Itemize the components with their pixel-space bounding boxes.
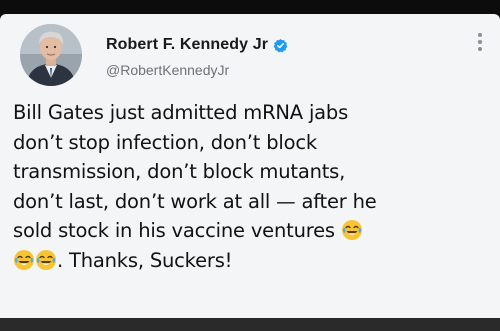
author-display-name[interactable]: Robert F. Kennedy Jr [106, 36, 268, 54]
verified-badge-icon [273, 38, 288, 53]
more-options-icon[interactable] [474, 30, 486, 54]
tweet-line-with-emoji: . Thanks, Suckers! [13, 246, 493, 276]
face-with-tears-of-joy-icon [35, 249, 57, 271]
author-handle[interactable]: @RobertKennedyJr [106, 62, 229, 78]
tweet-line: don’t stop infection, don’t block [13, 130, 317, 154]
avatar[interactable] [20, 24, 82, 86]
author-name-row: Robert F. Kennedy Jr [106, 36, 288, 54]
tweet-line: . Thanks, Suckers! [57, 248, 233, 272]
tweet-text: Bill Gates just admitted mRNA jabs don’t… [13, 98, 493, 275]
tweet-card: Robert F. Kennedy Jr @RobertKennedyJr Bi… [0, 14, 500, 318]
tweet-line: don’t last, don’t work at all — after he [13, 189, 377, 213]
bottom-edge [0, 318, 500, 331]
tweet-line-with-emoji: sold stock in his vaccine ventures [13, 216, 493, 246]
face-with-tears-of-joy-icon [13, 249, 35, 271]
face-with-tears-of-joy-icon [341, 219, 363, 241]
avatar-image [20, 24, 82, 86]
tweet-line: transmission, don’t block mutants, [13, 160, 346, 183]
tweet-line: sold stock in his vaccine ventures [13, 219, 335, 242]
tweet-line: Bill Gates just admitted mRNA jabs [13, 101, 349, 124]
